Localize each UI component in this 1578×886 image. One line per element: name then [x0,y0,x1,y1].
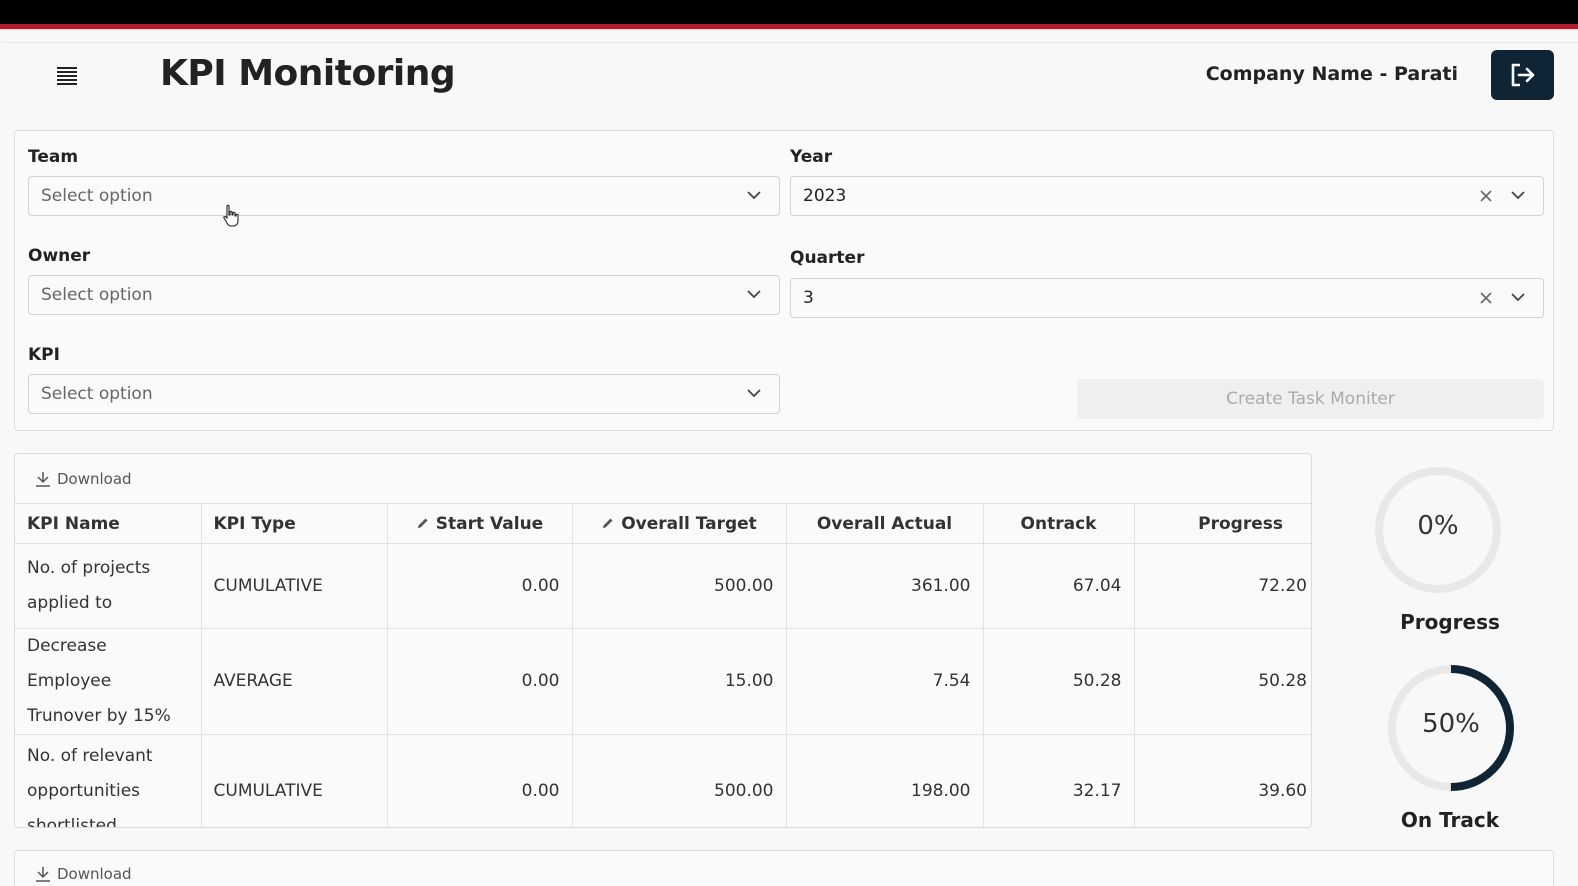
cell-kpi-type: AVERAGE [201,628,388,735]
table-row[interactable]: No. of projects applied to CUMULATIVE 0.… [15,543,1311,629]
cell-start-value: 0.00 [387,628,573,735]
kpi-table: KPI Name KPI Type Start Value Overall Ta… [15,503,1311,827]
clear-icon[interactable] [1479,291,1493,305]
company-name: Company Name - Parati [1205,63,1458,85]
cell-overall-actual: 361.00 [786,543,984,629]
cell-overall-actual: 7.54 [786,628,984,735]
cell-kpi-type: CUMULATIVE [201,543,388,629]
edit-pencil-icon [603,518,613,528]
progress-gauge: 0% [1373,465,1503,595]
download-icon [36,472,50,487]
team-select-placeholder: Select option [41,186,153,206]
year-select[interactable]: 2023 [790,176,1544,216]
cell-overall-target: 500.00 [572,543,787,629]
edit-pencil-icon [417,518,428,528]
cell-start-value: 0.00 [387,543,573,629]
download-label: Download [57,470,132,488]
owner-select[interactable]: Select option [28,275,780,315]
cell-kpi-name: Decrease Employee Trunover by 15% [15,628,202,735]
logout-button[interactable] [1491,50,1554,100]
cell-kpi-name: No. of projects applied to [15,543,202,629]
logout-icon [1511,63,1534,87]
top-accent-stripe [0,24,1578,29]
download-icon [36,867,50,882]
kpi-select[interactable]: Select option [28,374,780,414]
page-title: KPI Monitoring [160,53,456,94]
second-table-card: Download [14,850,1554,886]
cell-ontrack: 32.17 [983,734,1135,827]
cell-kpi-name: No. of relevant opportunities shortliste… [15,734,202,827]
create-task-monitor-button[interactable]: Create Task Moniter [1077,379,1544,419]
mouse-pointer-icon [223,204,239,227]
column-header-start-value[interactable]: Start Value [387,503,573,544]
owner-select-placeholder: Select option [41,285,153,305]
column-header-kpi-type[interactable]: KPI Type [201,503,388,544]
team-select[interactable]: Select option [28,176,780,216]
column-header-progress[interactable]: Progress [1134,503,1311,544]
team-label: Team [28,147,79,167]
ontrack-gauge: 50% [1386,663,1516,793]
column-header-ontrack[interactable]: Ontrack [983,503,1135,544]
column-header-overall-actual[interactable]: Overall Actual [786,503,984,544]
cell-progress: 50.28 [1134,628,1311,735]
download-button[interactable]: Download [35,470,132,488]
browser-top-bar [0,0,1578,24]
year-label: Year [790,147,833,167]
cell-kpi-type: CUMULATIVE [201,734,388,827]
ontrack-gauge-label: On Track [1400,808,1500,832]
quarter-select-value: 3 [803,288,814,308]
quarter-select[interactable]: 3 [790,278,1544,318]
hamburger-menu-icon[interactable] [57,67,81,85]
column-header-label: Start Value [435,513,544,534]
chevron-down-icon [747,389,761,398]
chevron-down-icon [1511,293,1525,302]
kpi-select-placeholder: Select option [41,384,153,404]
year-select-value: 2023 [803,186,847,206]
table-row[interactable]: Decrease Employee Trunover by 15% AVERAG… [15,628,1311,735]
cell-ontrack: 67.04 [983,543,1135,629]
kpi-table-card: Download KPI Name KPI Type Start Value O… [14,453,1312,828]
chevron-down-icon [747,191,761,200]
cell-ontrack: 50.28 [983,628,1135,735]
column-header-kpi-name[interactable]: KPI Name [15,503,202,544]
progress-gauge-label: Progress [1400,610,1500,634]
cell-start-value: 0.00 [387,734,573,827]
chevron-down-icon [1511,191,1525,200]
table-row[interactable]: No. of relevant opportunities shortliste… [15,734,1311,827]
ontrack-gauge-value: 50% [1422,709,1480,739]
quarter-label: Quarter [790,248,865,268]
filter-card: Team Select option Year 2023 Owner Selec… [14,130,1554,431]
download-label: Download [57,865,132,883]
cell-progress: 39.60 [1258,781,1307,802]
column-header-overall-target[interactable]: Overall Target [572,503,787,544]
download-button[interactable]: Download [35,865,132,883]
cell-overall-target: 500.00 [572,734,787,827]
cell-overall-actual: 198.00 [786,734,984,827]
cell-progress: 72.20 [1134,543,1311,629]
cell-overall-target: 15.00 [572,628,787,735]
kpi-label: KPI [28,345,60,365]
progress-gauge-value: 0% [1417,511,1459,541]
chevron-down-icon [747,290,761,299]
column-header-label: Overall Target [621,513,757,534]
owner-label: Owner [28,246,91,266]
table-header-row: KPI Name KPI Type Start Value Overall Ta… [15,503,1311,544]
clear-icon[interactable] [1479,189,1493,203]
